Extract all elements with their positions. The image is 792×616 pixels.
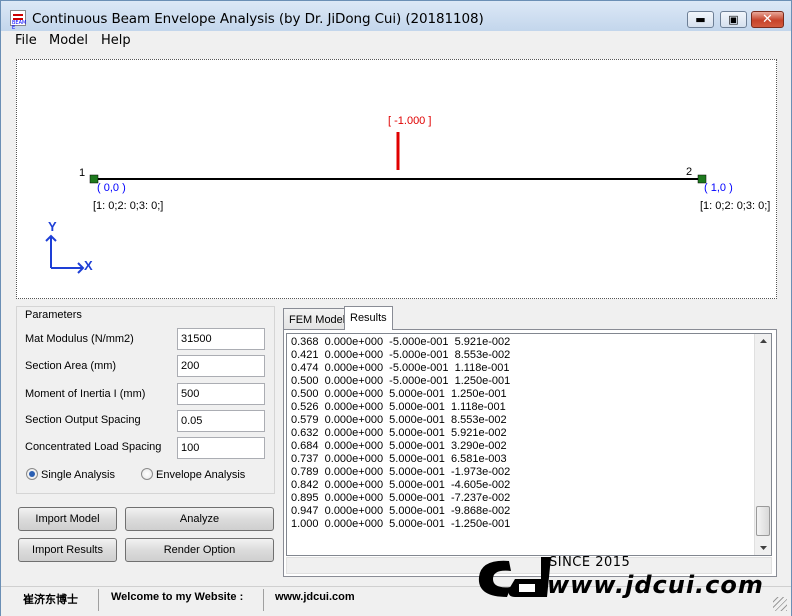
results-textbox[interactable]: 0.368 0.000e+000 -5.000e-001 5.921e-002 … xyxy=(286,333,772,556)
concentrated-load-spacing-input[interactable] xyxy=(177,437,265,459)
maximize-icon: ▣ xyxy=(728,13,739,26)
result-row: 0.579 0.000e+000 5.000e-001 8.553e-002 xyxy=(291,414,507,426)
analyze-button[interactable]: Analyze xyxy=(125,507,274,531)
results-vertical-scrollbar[interactable] xyxy=(754,334,771,555)
section-output-spacing-input[interactable] xyxy=(177,410,265,432)
node-2-dofs: [1: 0;2: 0;3: 0;] xyxy=(700,200,771,212)
app-icon: BEAM E xyxy=(10,10,26,31)
result-row: 0.842 0.000e+000 5.000e-001 -4.605e-002 xyxy=(291,479,511,491)
result-row: 0.684 0.000e+000 5.000e-001 3.290e-002 xyxy=(291,440,507,452)
result-row: 0.421 0.000e+000 -5.000e-001 8.553e-002 xyxy=(291,349,511,361)
tab-results[interactable]: Results xyxy=(344,306,393,330)
menu-bar: File Model Help xyxy=(1,31,791,51)
node-2-coord: ( 1,0 ) xyxy=(704,182,733,194)
node-1-coord: ( 0,0 ) xyxy=(97,182,126,194)
render-option-button[interactable]: Render Option xyxy=(125,538,274,562)
single-analysis-label[interactable]: Single Analysis xyxy=(41,469,115,481)
minimize-icon: ▬ xyxy=(695,13,706,26)
y-axis-label: Y xyxy=(48,219,57,234)
moment-of-inertia-input[interactable] xyxy=(177,383,265,405)
beam-drawing xyxy=(45,132,707,274)
menu-help[interactable]: Help xyxy=(101,33,131,48)
watermark-since: SINCE 2015 xyxy=(549,555,631,570)
close-button[interactable]: ✕ xyxy=(751,11,784,28)
radio-selected-dot xyxy=(29,471,35,477)
mat-modulus-label: Mat Modulus (N/mm2) xyxy=(25,333,134,345)
result-row: 1.000 0.000e+000 5.000e-001 -1.250e-001 xyxy=(291,518,511,530)
node-2-id: 2 xyxy=(686,166,693,178)
section-area-input[interactable] xyxy=(177,355,265,377)
window-title: Continuous Beam Envelope Analysis (by Dr… xyxy=(32,11,484,27)
result-row: 0.632 0.000e+000 5.000e-001 5.921e-002 xyxy=(291,427,507,439)
parameters-title: Parameters xyxy=(23,309,84,321)
result-row: 0.526 0.000e+000 5.000e-001 1.118e-001 xyxy=(291,401,506,413)
concentrated-load-spacing-label: Concentrated Load Spacing xyxy=(25,441,162,453)
maximize-button[interactable]: ▣ xyxy=(720,11,747,28)
app-icon-text: BEAM E xyxy=(12,20,27,31)
x-axis-label: X xyxy=(84,258,93,273)
section-area-label: Section Area (mm) xyxy=(25,360,117,372)
result-row: 0.789 0.000e+000 5.000e-001 -1.973e-002 xyxy=(291,466,511,478)
single-analysis-radio[interactable] xyxy=(26,468,38,480)
import-model-button[interactable]: Import Model xyxy=(18,507,117,531)
status-author: 崔济东博士 xyxy=(23,593,78,606)
result-row: 0.947 0.000e+000 5.000e-001 -9.868e-002 xyxy=(291,505,511,517)
results-text: 0.368 0.000e+000 -5.000e-001 5.921e-002 … xyxy=(291,336,510,531)
model-canvas[interactable]: [ -1.000 ] 1 ( 0,0 ) [1: 0;2: 0;3: 0;] 2… xyxy=(16,59,777,299)
section-output-spacing-label: Section Output Spacing xyxy=(25,414,141,426)
envelope-analysis-radio[interactable] xyxy=(141,468,153,480)
menu-file[interactable]: File xyxy=(15,33,37,48)
close-icon: ✕ xyxy=(762,12,773,27)
node-1-id: 1 xyxy=(79,167,86,179)
mat-modulus-input[interactable] xyxy=(177,328,265,350)
result-row: 0.368 0.000e+000 -5.000e-001 5.921e-002 xyxy=(291,336,511,348)
status-website[interactable]: www.jdcui.com xyxy=(275,591,355,603)
result-row: 0.474 0.000e+000 -5.000e-001 1.118e-001 xyxy=(291,362,510,374)
menu-model[interactable]: Model xyxy=(49,33,88,48)
result-row: 0.737 0.000e+000 5.000e-001 6.581e-003 xyxy=(291,453,507,465)
scroll-thumb[interactable] xyxy=(756,506,770,536)
watermark-url: www.jdcui.com xyxy=(547,571,764,599)
moment-of-inertia-label: Moment of Inertia I (mm) xyxy=(25,388,146,400)
status-welcome: Welcome to my Website : xyxy=(111,591,244,603)
result-row: 0.895 0.000e+000 5.000e-001 -7.237e-002 xyxy=(291,492,511,504)
envelope-analysis-label[interactable]: Envelope Analysis xyxy=(156,469,245,481)
jdcui-logo: SINCE 2015 www.jdcui.com xyxy=(471,549,781,609)
result-row: 0.500 0.000e+000 -5.000e-001 1.250e-001 xyxy=(291,375,511,387)
app-window: BEAM E Continuous Beam Envelope Analysis… xyxy=(0,0,792,616)
result-row: 0.500 0.000e+000 5.000e-001 1.250e-001 xyxy=(291,388,507,400)
import-results-button[interactable]: Import Results xyxy=(18,538,117,562)
tab-fem-model[interactable]: FEM Model xyxy=(283,308,352,330)
scroll-up-icon xyxy=(760,339,767,343)
minimize-button[interactable]: ▬ xyxy=(687,11,714,28)
title-bar[interactable]: BEAM E Continuous Beam Envelope Analysis… xyxy=(1,1,791,31)
node-1-dofs: [1: 0;2: 0;3: 0;] xyxy=(93,200,164,212)
load-label: [ -1.000 ] xyxy=(388,115,432,127)
